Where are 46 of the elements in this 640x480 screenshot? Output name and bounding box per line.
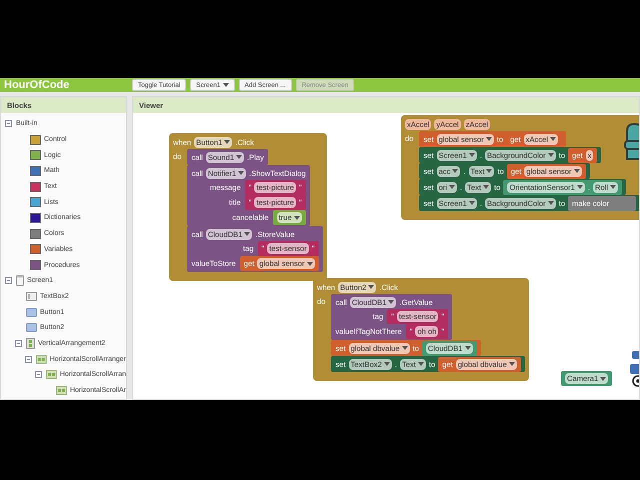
caret-icon (238, 171, 244, 175)
caret-icon (224, 140, 230, 144)
collapse-icon[interactable] (25, 356, 32, 363)
button-icon (26, 323, 37, 332)
caret-icon (468, 153, 475, 157)
caret-icon (610, 185, 616, 189)
caret-icon (550, 137, 556, 141)
caret-icon (576, 185, 583, 189)
arrangement-icon (46, 370, 57, 380)
collapse-icon[interactable] (15, 340, 22, 347)
caret-icon (236, 155, 242, 159)
event-block[interactable] (401, 115, 639, 220)
caret-icon (306, 262, 313, 266)
caret-icon (486, 137, 492, 141)
phone-icon (16, 275, 24, 286)
project-title: HourOfCode (4, 79, 70, 91)
caret-icon (574, 169, 580, 173)
arrangement-icon (36, 354, 47, 364)
caret-icon (452, 169, 458, 173)
backpack-icon[interactable] (623, 123, 639, 161)
collapse-icon[interactable] (5, 277, 12, 284)
caret-icon (548, 153, 554, 157)
caret-icon (294, 216, 300, 220)
caret-icon (449, 185, 456, 189)
caret-icon (486, 169, 492, 173)
caret-icon (388, 300, 394, 304)
caret-icon (222, 83, 228, 87)
caret-icon (418, 362, 424, 366)
arrangement-icon (56, 386, 67, 396)
caret-icon (468, 201, 475, 205)
caret-icon (548, 201, 554, 205)
caret-icon (244, 232, 250, 236)
caret-icon (368, 285, 374, 289)
caret-icon (384, 362, 390, 366)
collapse-icon[interactable] (35, 371, 42, 378)
target-icon[interactable] (631, 375, 639, 387)
caret-icon (483, 185, 490, 189)
caret-icon (464, 346, 471, 350)
caret-icon (402, 346, 408, 350)
event-block[interactable] (169, 133, 327, 281)
button-icon (26, 308, 37, 317)
collapse-icon[interactable] (5, 120, 12, 128)
caret-icon (600, 376, 606, 380)
textbox-icon (26, 292, 37, 301)
arrangement-icon (26, 338, 35, 349)
caret-icon (508, 362, 515, 366)
